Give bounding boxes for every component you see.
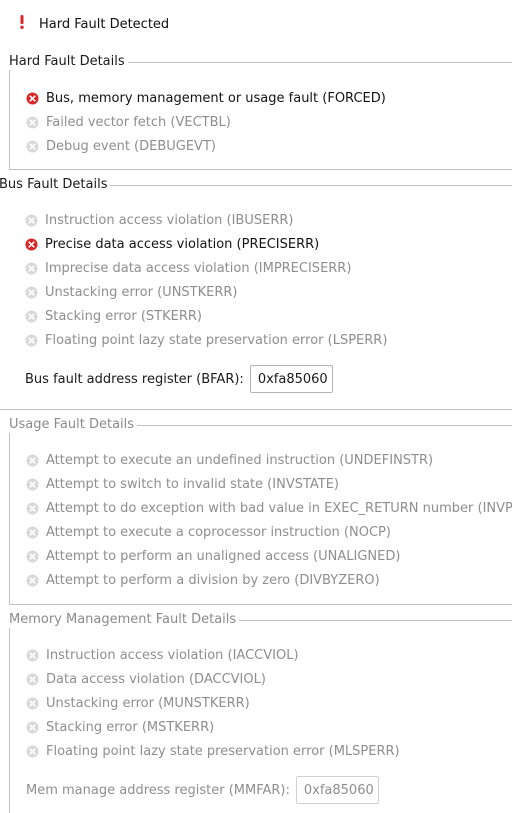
usage-fault-item-invpc: Attempt to do exception with bad value i…	[26, 498, 512, 518]
exclamation-icon	[20, 15, 24, 29]
alert-header: Hard Fault Detected	[0, 14, 512, 38]
bus-fault-item-impreciserr: Imprecise data access violation (IMPRECI…	[25, 258, 351, 278]
usage-fault-item-divbyzero: Attempt to perform a division by zero (D…	[26, 570, 380, 590]
hard-fault-item-debugevt: Debug event (DEBUGEVT)	[26, 136, 216, 156]
usage-fault-item-invstate: Attempt to switch to invalid state (INVS…	[26, 474, 339, 494]
bus-fault-item-unstkerr: Unstacking error (UNSTKERR)	[25, 282, 238, 302]
error-icon	[26, 526, 39, 538]
error-icon	[26, 574, 39, 586]
error-icon	[26, 721, 39, 733]
usage-fault-item-unaligned: Attempt to perform an unaligned access (…	[26, 546, 400, 566]
mmfar-field[interactable]: 0xfa85060	[295, 776, 379, 804]
bus-fault-group-title: Bus Fault Details	[0, 176, 111, 193]
error-icon	[26, 140, 39, 152]
bus-fault-group: Bus Fault Details Instruction access vio…	[0, 176, 512, 410]
hard-fault-group: Hard Fault Details Bus, memory managemen…	[9, 53, 512, 170]
error-icon	[26, 454, 39, 466]
error-icon	[26, 478, 39, 490]
mem-fault-item-mlsperr: Floating point lazy state preservation e…	[26, 741, 400, 761]
error-icon	[25, 286, 38, 298]
hard-fault-group-title: Hard Fault Details	[9, 53, 128, 70]
bus-fault-item-stkerr: Stacking error (STKERR)	[25, 306, 202, 326]
error-icon	[25, 214, 38, 226]
mmfar-row: Mem manage address register (MMFAR): 0xf…	[26, 775, 379, 805]
bfar-field[interactable]: 0xfa85060	[249, 365, 333, 393]
error-icon	[26, 116, 39, 128]
usage-fault-item-undefinstr: Attempt to execute an undefined instruct…	[26, 450, 433, 470]
mem-fault-item-munstkerr: Unstacking error (MUNSTKERR)	[26, 693, 250, 713]
mem-fault-item-iaccviol: Instruction access violation (IACCVIOL)	[26, 645, 299, 665]
usage-fault-item-nocp: Attempt to execute a coprocessor instruc…	[26, 522, 391, 542]
bus-fault-item-lsperr: Floating point lazy state preservation e…	[25, 330, 387, 350]
hard-fault-item-vecttbl: Failed vector fetch (VECTBL)	[26, 112, 231, 132]
error-icon	[25, 262, 38, 274]
hard-fault-item-forced: Bus, memory management or usage fault (F…	[26, 88, 386, 108]
usage-fault-group-title: Usage Fault Details	[9, 416, 138, 433]
error-icon	[25, 334, 38, 346]
hard-fault-view: Hard Fault Detected Hard Fault Details B…	[0, 0, 512, 813]
error-icon	[26, 697, 39, 709]
error-icon	[26, 550, 39, 562]
error-icon	[26, 502, 39, 514]
bfar-row: Bus fault address register (BFAR): 0xfa8…	[25, 364, 333, 394]
mem-fault-item-daccviol: Data access violation (DACCVIOL)	[26, 669, 266, 689]
mem-fault-item-mstkerr: Stacking error (MSTKERR)	[26, 717, 214, 737]
mem-fault-group: Memory Management Fault Details Instruct…	[9, 611, 512, 813]
bus-fault-item-ibuserr: Instruction access violation (IBUSERR)	[25, 210, 293, 230]
error-icon	[26, 745, 39, 757]
error-icon	[25, 310, 38, 322]
bfar-label: Bus fault address register (BFAR):	[25, 371, 244, 387]
alert-title: Hard Fault Detected	[39, 17, 170, 32]
error-icon	[26, 673, 39, 685]
mem-fault-group-title: Memory Management Fault Details	[9, 611, 240, 628]
error-icon	[25, 238, 38, 250]
usage-fault-group: Usage Fault Details Attempt to execute a…	[9, 416, 512, 605]
error-icon	[26, 649, 39, 661]
mmfar-label: Mem manage address register (MMFAR):	[26, 782, 290, 798]
error-icon	[26, 92, 39, 104]
bus-fault-item-preciserr: Precise data access violation (PRECISERR…	[25, 234, 319, 254]
